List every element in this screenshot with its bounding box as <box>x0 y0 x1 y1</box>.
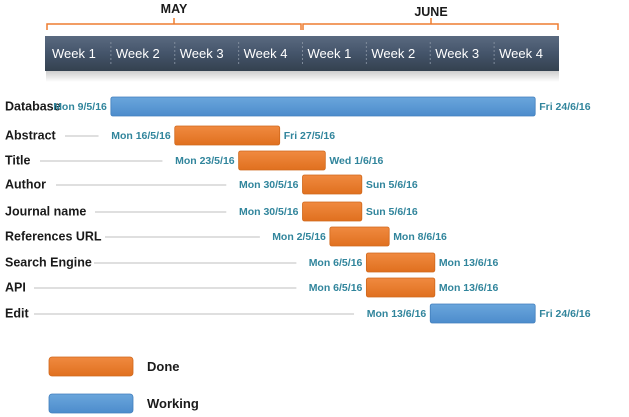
timeline-band: Week 1 Week 2 Week 3 Week 4 Week 1 Week 2 Week… <box>45 36 559 82</box>
month-june-label: JUNE <box>414 5 447 19</box>
task-row-abstract: Abstract Mon 16/5/16 Fri 27/5/16 <box>5 125 336 146</box>
task-bar <box>302 201 363 222</box>
month-may: MAY <box>46 2 302 30</box>
task-start-date: Mon 2/5/16 <box>272 231 326 243</box>
week-label: Week 4 <box>499 46 543 61</box>
task-bar <box>238 150 326 171</box>
task-name: Author <box>5 178 46 192</box>
legend-swatch-done <box>48 356 134 377</box>
task-name: Journal name <box>5 205 86 219</box>
task-start-date: Mon 6/5/16 <box>309 282 363 294</box>
week-label: Week 4 <box>244 46 288 61</box>
task-bar <box>329 226 390 247</box>
task-end-date: Sun 5/6/16 <box>366 179 418 191</box>
task-end-date: Fri 24/6/16 <box>539 101 591 113</box>
legend-swatch-working <box>48 393 134 414</box>
week-label: Week 1 <box>308 46 352 61</box>
task-row-search-engine: Search Engine Mon 6/5/16 Mon 13/6/16 <box>5 252 499 273</box>
legend-item-working: Working <box>48 393 199 414</box>
task-name: References URL <box>5 230 102 244</box>
task-bar <box>365 252 436 273</box>
task-start-date: Mon 9/5/16 <box>53 101 107 113</box>
task-name: API <box>5 281 26 295</box>
task-row-edit: Edit Mon 13/6/16 Fri 24/6/16 <box>5 303 591 324</box>
task-end-date: Sun 5/6/16 <box>366 206 418 218</box>
task-bar <box>174 125 281 146</box>
month-may-bracket <box>46 23 302 30</box>
task-start-date: Mon 16/5/16 <box>111 130 171 142</box>
task-name: Title <box>5 154 31 168</box>
task-bar <box>365 277 436 298</box>
task-bar <box>302 174 363 195</box>
task-end-date: Mon 13/6/16 <box>439 282 499 294</box>
week-label: Week 3 <box>180 46 224 61</box>
week-label: Week 1 <box>52 46 96 61</box>
task-name: Search Engine <box>5 256 92 270</box>
week-label: Week 3 <box>435 46 479 61</box>
task-row-references-url: References URL Mon 2/5/16 Mon 8/6/16 <box>5 226 447 247</box>
task-start-date: Mon 30/5/16 <box>239 206 299 218</box>
task-bar <box>429 303 536 324</box>
task-end-date: Mon 8/6/16 <box>393 231 447 243</box>
task-start-date: Mon 23/5/16 <box>175 155 235 167</box>
month-may-label: MAY <box>161 2 188 16</box>
legend-label-done: Done <box>147 359 180 374</box>
month-june: JUNE <box>302 5 559 30</box>
task-row-journal-name: Journal name Mon 30/5/16 Sun 5/6/16 <box>5 201 418 222</box>
task-start-date: Mon 30/5/16 <box>239 179 299 191</box>
task-row-api: API Mon 6/5/16 Mon 13/6/16 <box>5 277 499 298</box>
month-brackets: MAY JUNE <box>46 2 559 30</box>
month-june-bracket <box>302 23 559 30</box>
legend: Done Working <box>48 356 199 414</box>
task-row-title: Title Mon 23/5/16 Wed 1/6/16 <box>5 150 384 171</box>
legend-label-working: Working <box>147 396 199 411</box>
task-end-date: Mon 13/6/16 <box>439 257 499 269</box>
task-end-date: Wed 1/6/16 <box>329 155 383 167</box>
task-name: Abstract <box>5 129 57 143</box>
task-row-author: Author Mon 30/5/16 Sun 5/6/16 <box>5 174 418 195</box>
task-name: Edit <box>5 307 29 321</box>
task-start-date: Mon 13/6/16 <box>367 308 427 320</box>
gantt-chart: MAY JUNE Week 1 Week 2 Week 3 Week 4 Week 1W… <box>5 2 591 414</box>
week-label: Week 2 <box>116 46 160 61</box>
legend-item-done: Done <box>48 356 180 377</box>
task-row-database: DatabaseMon 9/5/16 Fri 24/6/16 <box>5 96 591 117</box>
timeline-shadow <box>46 70 559 82</box>
task-start-date: Mon 6/5/16 <box>309 257 363 269</box>
task-rows: DatabaseMon 9/5/16 Fri 24/6/16Abstract Mon… <box>5 96 591 324</box>
task-bar <box>110 96 536 117</box>
task-end-date: Fri 27/5/16 <box>284 130 336 142</box>
week-label: Week 2 <box>371 46 415 61</box>
task-end-date: Fri 24/6/16 <box>539 308 591 320</box>
